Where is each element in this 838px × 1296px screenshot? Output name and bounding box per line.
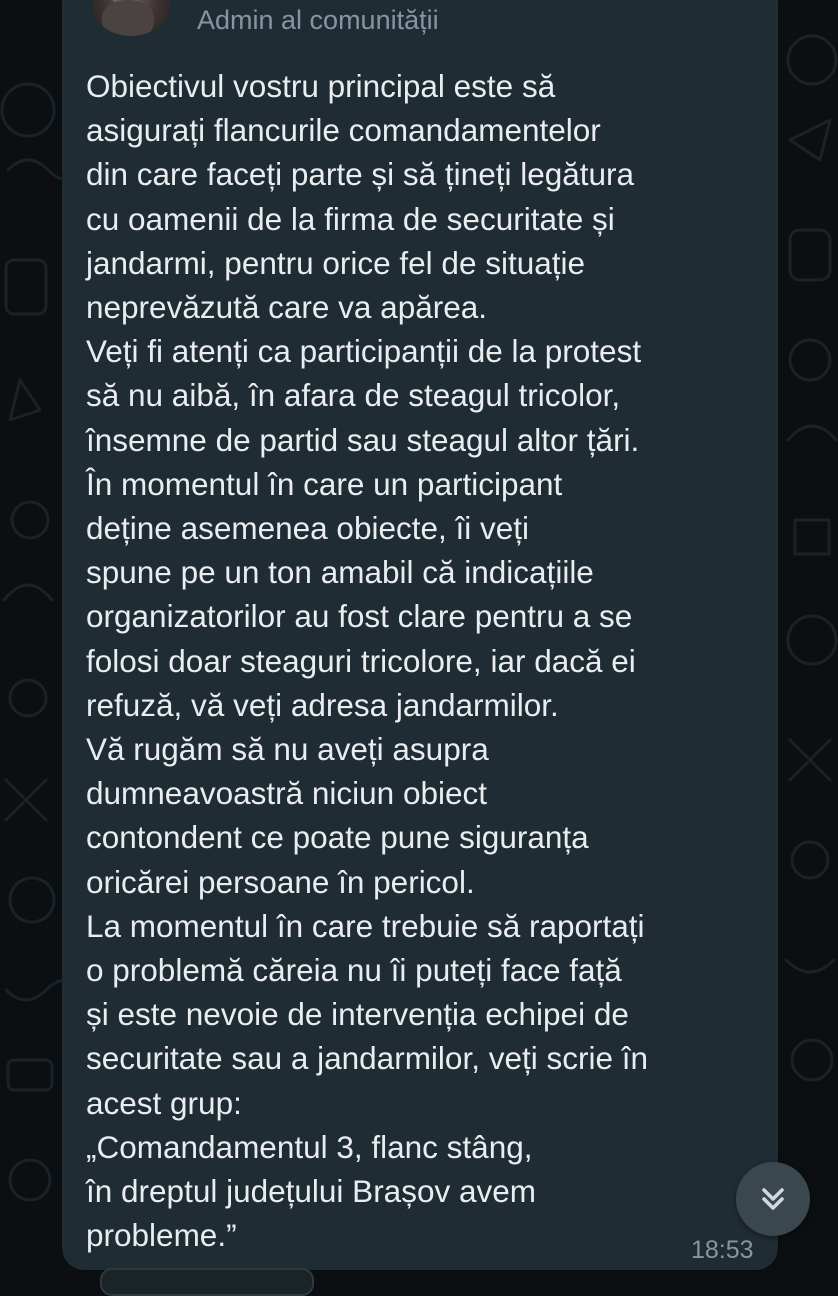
message-line: securitate sau a jandarmilor, veți scrie…	[86, 1040, 649, 1077]
message-line: din care faceți parte și să țineți legăt…	[86, 156, 635, 193]
message-line: jandarmi, pentru orice fel de situație	[86, 244, 586, 281]
message-line: însemne de partid sau steagul altor țări…	[86, 421, 640, 458]
message-line: spune pe un ton amabil că indicațiile	[86, 554, 594, 591]
message-line: o problemă căreia nu îi puteți face față	[86, 952, 622, 989]
message-line: dumneavoastră niciun obiect	[86, 775, 487, 812]
message-line: în dreptul județului Brașov avem	[86, 1173, 536, 1210]
message-line: neprevăzută care va apărea.	[86, 289, 488, 326]
sender-role-label: Admin al comunității	[197, 5, 439, 35]
next-message-edge	[100, 1268, 314, 1296]
message-line: refuză, vă veți adresa jandarmilor.	[86, 686, 559, 723]
message-line: oricărei persoane în pericol.	[86, 863, 475, 900]
message-timestamp: 18:53	[691, 1236, 754, 1264]
message-text: Obiectivul vostru principal este să asig…	[86, 64, 766, 1257]
message-line: contondent ce poate pune siguranța	[86, 819, 589, 856]
message-line: Obiectivul vostru principal este să	[86, 68, 556, 104]
message-line: asigurați flancurile comandamentelor	[86, 112, 601, 149]
message-line: organizatorilor au fost clare pentru a s…	[86, 598, 633, 635]
message-line: deține asemenea obiecte, îi veți	[86, 510, 530, 547]
message-line: probleme.”	[86, 1217, 237, 1254]
message-line: folosi doar steaguri tricolore, iar dacă…	[86, 642, 636, 679]
message-line: cu oamenii de la firma de securitate și	[86, 200, 615, 237]
message-line: și este nevoie de intervenția echipei de	[86, 996, 629, 1033]
message-line: să nu aibă, în afara de steagul tricolor…	[86, 377, 621, 414]
message-line: În momentul în care un participant	[86, 465, 563, 502]
double-chevron-down-icon	[762, 1188, 784, 1210]
message-line: acest grup:	[86, 1084, 242, 1121]
message-line: Vă rugăm să nu aveți asupra	[86, 731, 489, 768]
scroll-to-bottom-button[interactable]	[736, 1162, 810, 1236]
message-line: „Comandamentul 3, flanc stâng,	[86, 1128, 533, 1165]
message-line: La momentul în care trebuie să raportați	[86, 907, 645, 944]
message-line: Veți fi atenți ca participanții de la pr…	[86, 333, 642, 370]
